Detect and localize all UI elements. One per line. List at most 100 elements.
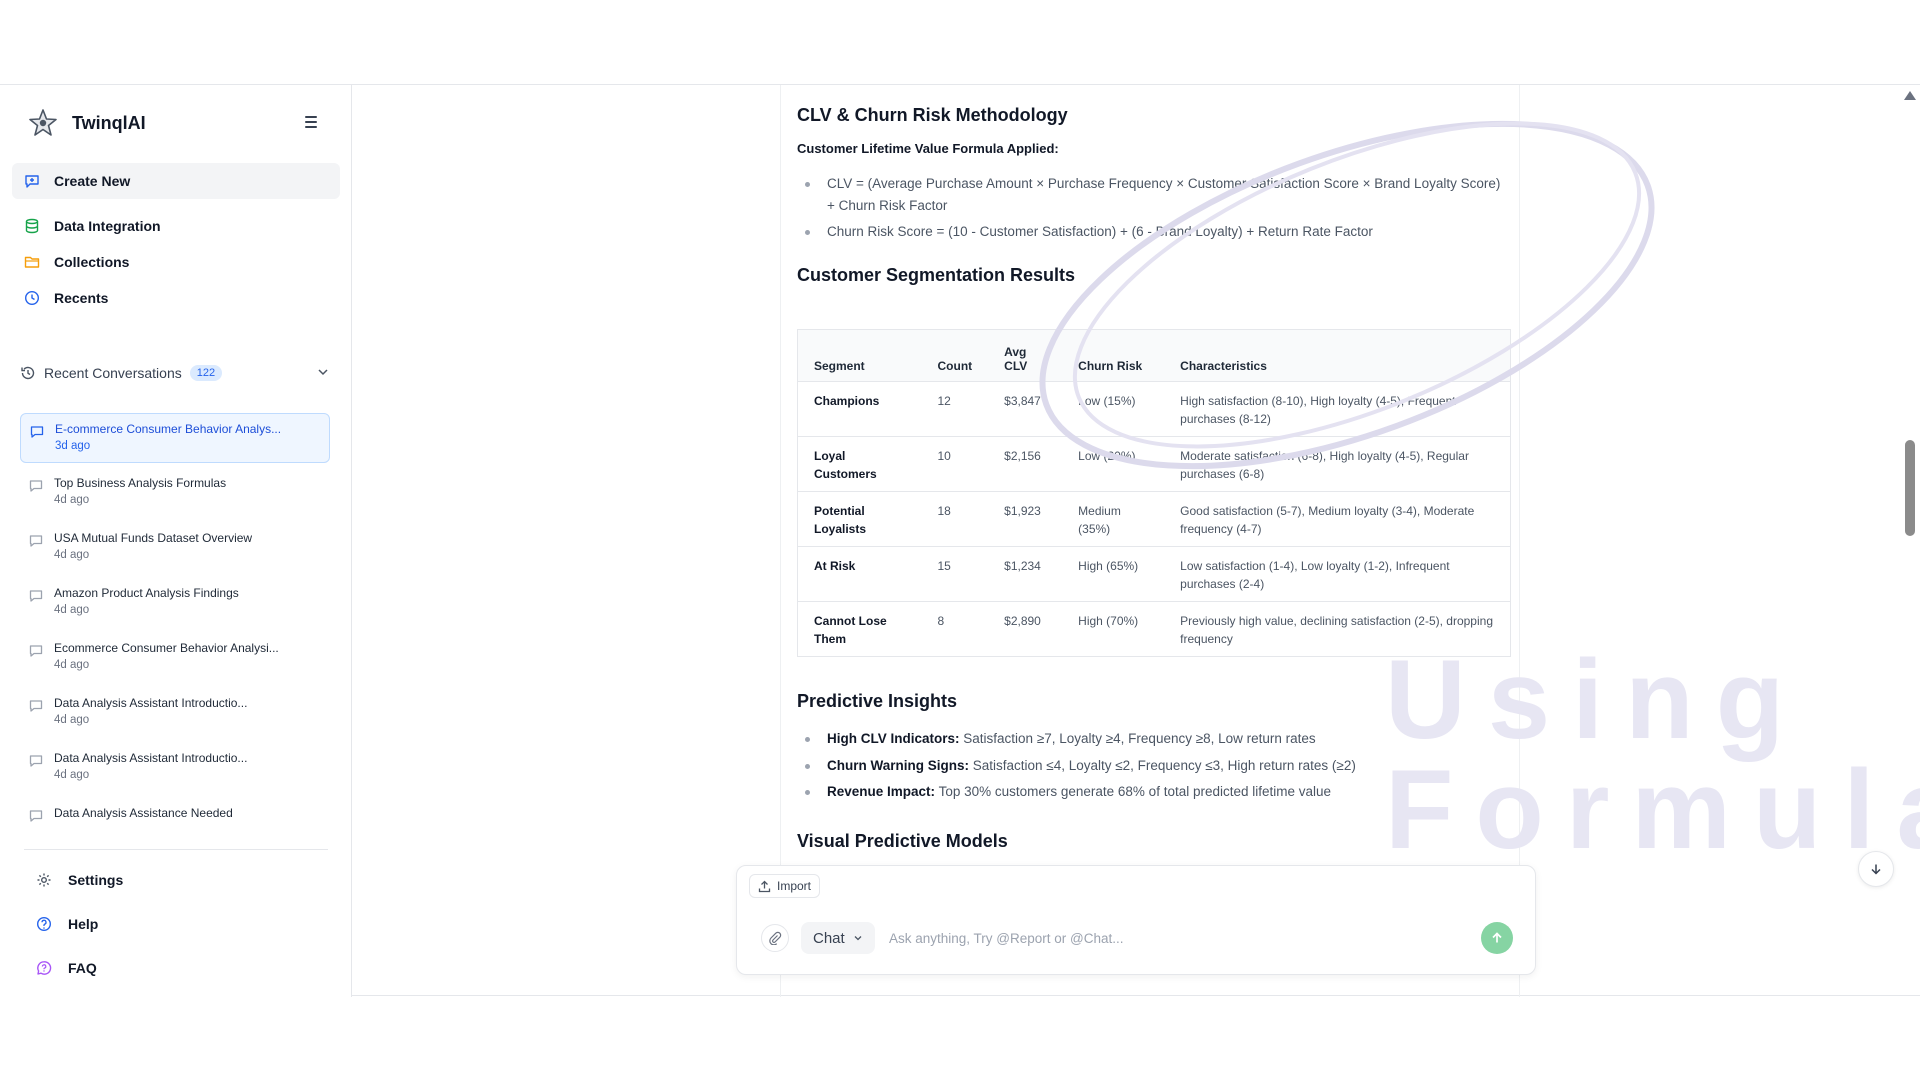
methodology-heading: CLV & Churn Risk Methodology <box>797 105 1068 125</box>
cell-characteristics: Low satisfaction (1-4), Low loyalty (1-2… <box>1164 546 1511 602</box>
chat-composer: Import Chat <box>736 865 1536 975</box>
column-header: Avg CLV <box>988 329 1063 382</box>
chat-mode-dropdown[interactable]: Chat <box>801 922 875 954</box>
chat-bubble-icon <box>29 480 43 492</box>
conversation-title: Data Analysis Assistant Introductio... <box>54 696 248 710</box>
help-label: Help <box>68 916 99 932</box>
conversation-count-badge: 122 <box>189 365 223 381</box>
conversation-title: Data Analysis Assistant Introductio... <box>54 751 248 765</box>
conversation-time: 4d ago <box>54 659 90 671</box>
conversation-time: 4d ago <box>54 769 90 781</box>
conversation-item[interactable]: Amazon Product Analysis Findings 4d ago <box>20 578 330 628</box>
hamburger-menu-icon[interactable] <box>300 111 322 133</box>
chat-bubble-icon <box>29 590 43 602</box>
conversation-item[interactable]: Ecommerce Consumer Behavior Analysi... 4d… <box>20 633 330 683</box>
sidebar-item-label: Collections <box>54 254 130 270</box>
conversation-item[interactable]: Data Analysis Assistant Introductio... 4d… <box>20 688 330 738</box>
column-header: Count <box>921 329 989 382</box>
help-circle-icon <box>36 916 52 932</box>
gear-icon <box>37 873 51 887</box>
create-new-button[interactable]: Create New <box>12 163 340 199</box>
conversation-item[interactable]: Top Business Analysis Formulas 4d ago <box>20 468 330 518</box>
segmentation-heading: Customer Segmentation Results <box>797 265 1076 285</box>
conversation-title: Amazon Product Analysis Findings <box>54 586 239 600</box>
insights-heading: Predictive Insights <box>797 691 958 711</box>
recent-conversations-label: Recent Conversations <box>44 365 182 381</box>
cell-count: 8 <box>921 601 989 657</box>
conversation-title: USA Mutual Funds Dataset Overview <box>54 531 253 545</box>
sidebar-item-data-integration[interactable]: Data Integration <box>12 211 340 241</box>
chat-bubble-icon <box>29 700 43 712</box>
scrollbar-up-arrow[interactable] <box>1904 91 1916 100</box>
chat-bubble-icon <box>29 755 43 767</box>
conversation-item[interactable]: Data Analysis Assistance Needed <box>20 798 330 832</box>
cell-avg-clv: $3,847 <box>988 381 1063 437</box>
scrollbar-thumb[interactable] <box>1905 440 1915 536</box>
cell-churn-risk: High (65%) <box>1062 546 1165 602</box>
create-new-label: Create New <box>54 173 131 189</box>
sidebar-item-label: Data Integration <box>54 218 161 234</box>
conversation-item[interactable]: Data Analysis Assistant Introductio... 4d… <box>20 743 330 793</box>
chat-input[interactable] <box>889 924 1469 952</box>
cell-segment: Loyal Customers <box>797 436 922 492</box>
cell-avg-clv: $2,156 <box>988 436 1063 492</box>
formula-clv: CLV = (Average Purchase Amount × Purchas… <box>805 173 1507 217</box>
settings-button[interactable]: Settings <box>36 868 123 892</box>
import-button[interactable]: Import <box>749 874 821 898</box>
brand[interactable]: TwinqlAI <box>28 103 146 143</box>
conversation-time: 4d ago <box>54 494 90 506</box>
faq-button[interactable]: FAQ <box>36 956 97 980</box>
conversation-title: Data Analysis Assistance Needed <box>54 806 233 820</box>
sidebar-item-collections[interactable]: Collections <box>12 247 340 277</box>
conversation-title: Top Business Analysis Formulas <box>54 476 227 490</box>
help-button[interactable]: Help <box>36 912 98 936</box>
insight-text: Satisfaction ≥7, Loyalty ≥4, Frequency ≥… <box>963 731 1316 746</box>
cell-segment: At Risk <box>797 546 922 602</box>
recent-conversations-header[interactable]: Recent Conversations 122 <box>20 361 330 385</box>
arrow-down-icon <box>1871 864 1881 875</box>
insight-item: Revenue Impact: Top 30% customers genera… <box>805 781 1507 803</box>
scroll-to-bottom-button[interactable] <box>1858 851 1894 887</box>
formula-churn: Churn Risk Score = (10 - Customer Satisf… <box>805 221 1507 243</box>
cell-segment: Champions <box>797 381 922 437</box>
chat-question-icon <box>37 961 52 975</box>
cell-segment: Cannot Lose Them <box>797 601 922 657</box>
chevron-down-icon[interactable] <box>316 365 330 379</box>
sidebar-divider <box>24 849 328 850</box>
cell-churn-risk: High (70%) <box>1062 601 1165 657</box>
column-header: Churn Risk <box>1062 329 1165 382</box>
conversation-time: 4d ago <box>54 604 90 616</box>
folder-icon <box>24 256 40 268</box>
insight-text: Satisfaction ≤4, Loyalty ≤2, Frequency ≤… <box>972 758 1356 773</box>
history-icon <box>21 366 35 380</box>
chat-bubble-icon <box>29 810 43 822</box>
cell-count: 12 <box>921 381 989 437</box>
conversation-time: 4d ago <box>54 549 90 561</box>
sidebar-item-recents[interactable]: Recents <box>12 283 340 313</box>
insight-item: High CLV Indicators: Satisfaction ≥7, Lo… <box>805 728 1507 750</box>
cell-characteristics: Previously high value, declining satisfa… <box>1164 601 1511 657</box>
insight-label: Churn Warning Signs: <box>827 758 969 773</box>
cell-count: 10 <box>921 436 989 492</box>
table-row: At Risk 15 $1,234 High (65%) Low satisfa… <box>797 546 1511 602</box>
table-row: Loyal Customers 10 $2,156 Low (20%) Mode… <box>797 436 1511 492</box>
conversation-item[interactable]: E-commerce Consumer Behavior Analys... 3d… <box>20 413 330 463</box>
database-icon <box>25 218 39 234</box>
app-window: TwinqlAI Create New Data Integration Col… <box>0 84 1920 997</box>
send-button[interactable] <box>1481 922 1513 954</box>
table-row: Potential Loyalists 18 $1,923 Medium (35… <box>797 491 1511 547</box>
paperclip-icon <box>769 931 782 945</box>
conversation-item[interactable]: USA Mutual Funds Dataset Overview 4d ago <box>20 523 330 573</box>
arrow-up-icon <box>1492 932 1502 943</box>
attach-button[interactable] <box>761 924 789 952</box>
insight-label: High CLV Indicators: <box>827 731 960 746</box>
clock-icon <box>24 290 40 306</box>
cell-churn-risk: Medium (35%) <box>1062 491 1165 547</box>
insight-item: Churn Warning Signs: Satisfaction ≤4, Lo… <box>805 755 1507 777</box>
table-header-row: Segment Count Avg CLV Churn Risk Charact… <box>797 329 1511 382</box>
cell-avg-clv: $1,234 <box>988 546 1063 602</box>
settings-label: Settings <box>68 872 124 888</box>
chat-bubble-icon <box>29 535 43 547</box>
upload-icon <box>758 880 771 892</box>
cell-characteristics: Good satisfaction (5-7), Medium loyalty … <box>1164 491 1511 547</box>
